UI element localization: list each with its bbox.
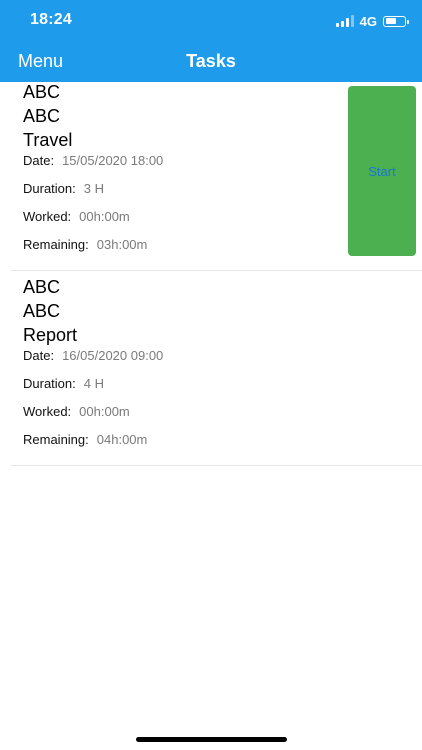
network-type: 4G <box>359 13 377 29</box>
divider <box>11 270 422 271</box>
worked-value: 00h:00m <box>79 404 130 419</box>
worked-value: 00h:00m <box>79 209 130 224</box>
status-indicators: 4G <box>335 12 409 30</box>
task-line-1: ABC <box>23 82 61 102</box>
worked-label: Worked: <box>23 209 72 224</box>
date-value: 16/05/2020 09:00 <box>62 348 164 363</box>
task-worked: Worked: 00h:00m <box>23 404 130 419</box>
task-remaining: Remaining: 04h:00m <box>23 432 147 447</box>
remaining-label: Remaining: <box>23 237 89 252</box>
status-time: 18:24 <box>30 11 72 28</box>
duration-value: 4 H <box>83 376 104 391</box>
remaining-label: Remaining: <box>23 432 89 447</box>
cellular-signal-icon <box>335 15 354 27</box>
remaining-value: 04h:00m <box>96 432 148 447</box>
task-remaining: Remaining: 03h:00m <box>23 237 147 252</box>
divider <box>11 465 422 466</box>
task-name: Report <box>23 325 78 345</box>
task-line-2: ABC <box>23 301 61 321</box>
home-indicator <box>136 737 287 742</box>
task-line-1: ABC <box>23 277 61 297</box>
remaining-value: 03h:00m <box>96 237 148 252</box>
task-duration: Duration: 3 H <box>23 181 104 196</box>
task-date: Date: 15/05/2020 18:00 <box>23 153 163 168</box>
date-label: Date: <box>23 153 55 168</box>
task-worked: Worked: 00h:00m <box>23 209 130 224</box>
date-label: Date: <box>23 348 55 363</box>
task-line-2: ABC <box>23 106 61 126</box>
duration-label: Duration: <box>23 376 76 391</box>
date-value: 15/05/2020 18:00 <box>62 153 164 168</box>
worked-label: Worked: <box>23 404 72 419</box>
page-title: Tasks <box>186 51 236 71</box>
duration-label: Duration: <box>23 181 76 196</box>
task-item[interactable]: ABC ABC Report Date: 16/05/2020 09:00 Dur… <box>0 277 422 467</box>
task-duration: Duration: 4 H <box>23 376 104 391</box>
menu-button[interactable]: Menu <box>18 51 63 72</box>
start-button[interactable]: Start <box>348 86 416 256</box>
task-date: Date: 16/05/2020 09:00 <box>23 348 163 363</box>
battery-icon <box>383 15 409 27</box>
duration-value: 3 H <box>83 181 104 196</box>
task-name: Travel <box>23 130 73 150</box>
app-header: 18:24 4G Menu Tasks <box>0 0 422 82</box>
